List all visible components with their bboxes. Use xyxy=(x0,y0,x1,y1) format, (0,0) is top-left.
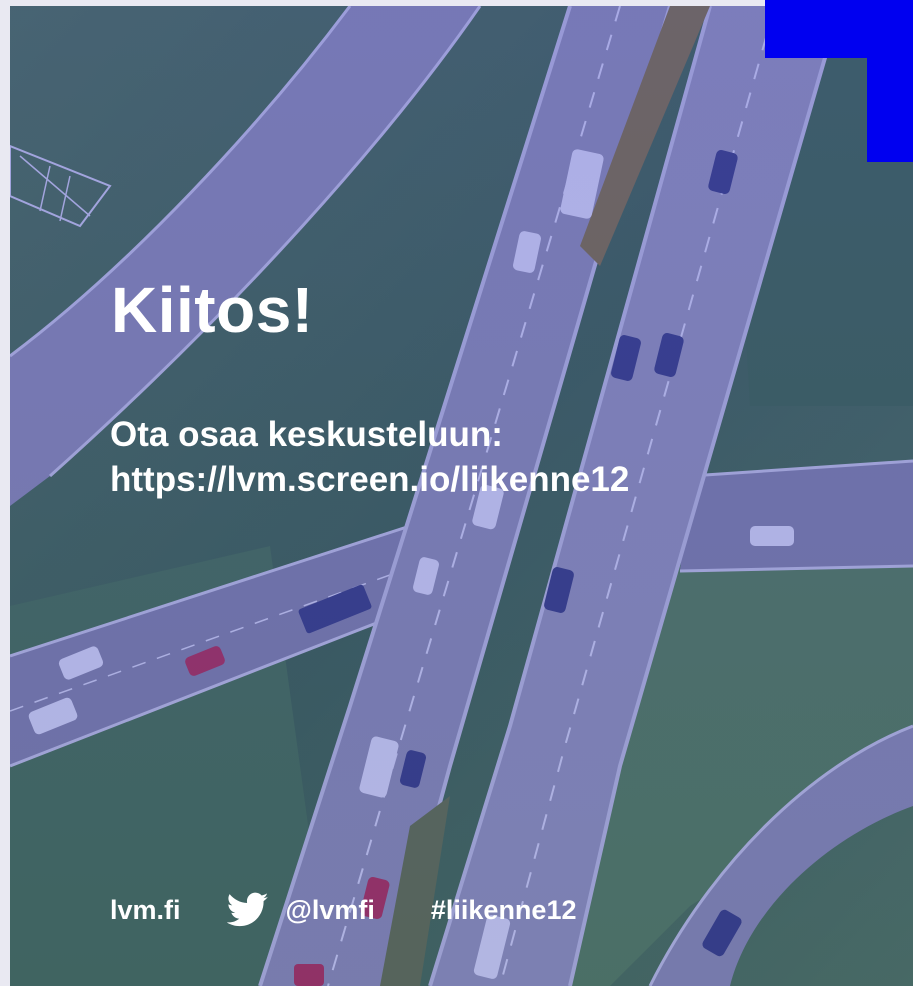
thank-you-slide: Kiitos! Ota osaa keskusteluun: https://l… xyxy=(0,0,913,986)
slide-title: Kiitos! xyxy=(111,274,314,346)
hashtag[interactable]: #liikenne12 xyxy=(431,895,577,926)
website-link[interactable]: lvm.fi xyxy=(110,895,181,926)
slide-footer: lvm.fi @lvmfi #liikenne12 xyxy=(110,890,576,930)
twitter-handle[interactable]: @lvmfi xyxy=(286,895,375,926)
discussion-link[interactable]: https://lvm.screen.io/liikenne12 xyxy=(110,459,629,501)
twitter-bird-icon xyxy=(226,892,268,927)
corner-accent-shape xyxy=(765,0,913,162)
discussion-invite: Ota osaa keskusteluun: xyxy=(110,415,503,454)
